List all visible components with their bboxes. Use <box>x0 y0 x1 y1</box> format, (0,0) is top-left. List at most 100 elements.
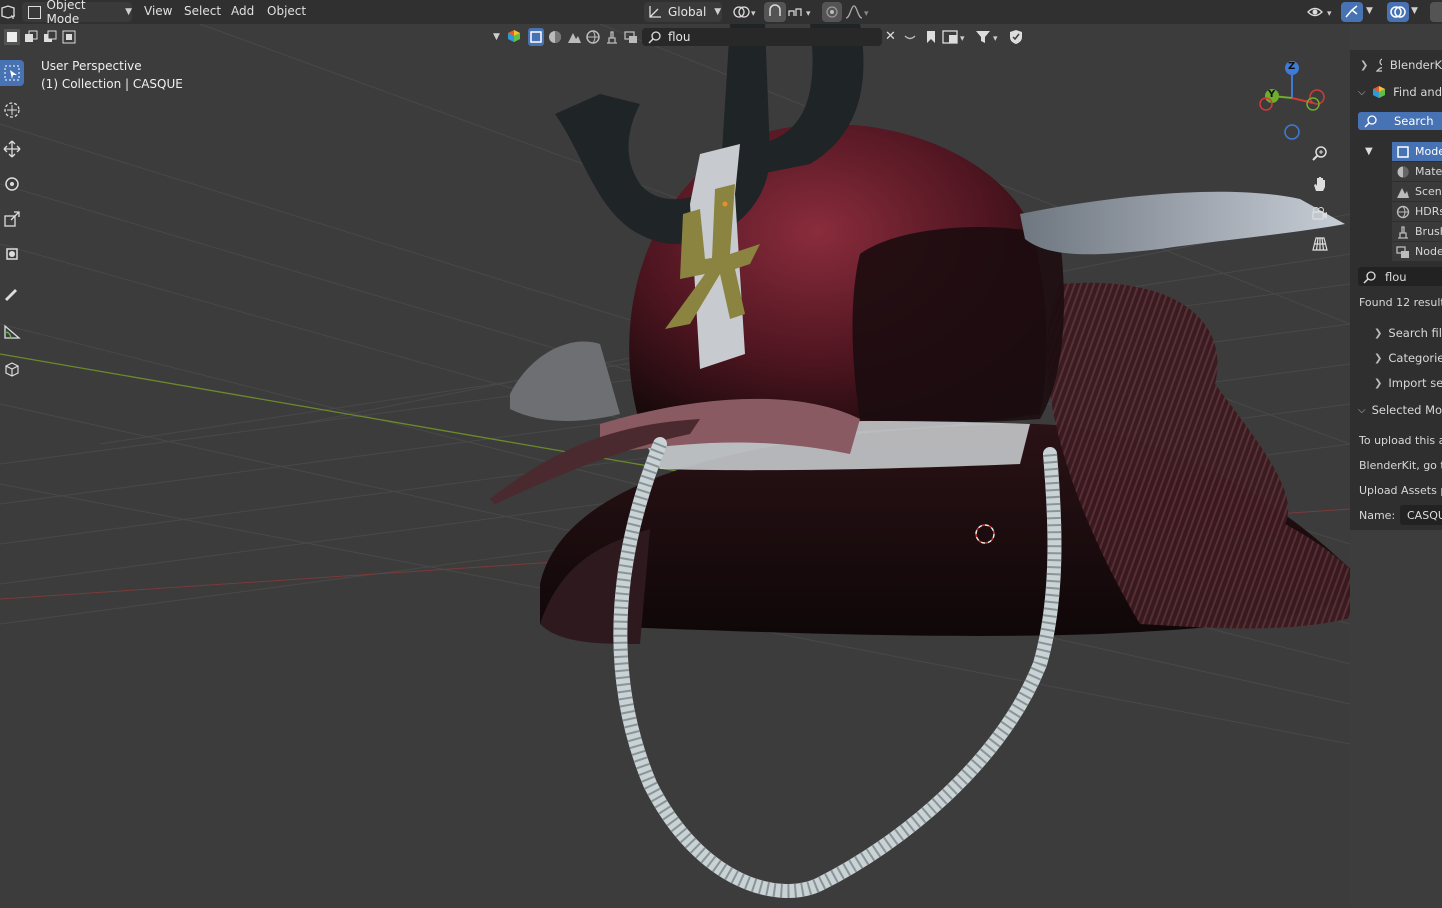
zoom-icon[interactable] <box>1308 142 1332 166</box>
model-category-icon[interactable] <box>528 28 544 46</box>
panel-label: Categories <box>1388 351 1442 365</box>
category-models[interactable]: Mode <box>1392 142 1442 161</box>
blenderkit-panel-label: BlenderK <box>1389 58 1442 72</box>
category-label: Node <box>1415 245 1442 258</box>
blenderkit-logo-icon <box>1372 86 1385 98</box>
category-label: Mate <box>1415 165 1442 178</box>
snap-target-dropdown[interactable]: ▾ <box>786 3 816 21</box>
upload-hint-line: BlenderKit, go to <box>1359 458 1442 472</box>
object-origin <box>722 201 728 207</box>
select-extend-icon[interactable] <box>23 29 39 45</box>
filter-dropdown[interactable]: ▾ <box>975 29 1005 45</box>
menu-view[interactable]: View <box>144 4 172 18</box>
svg-text:▾: ▾ <box>960 34 965 44</box>
scene-icon <box>1397 187 1409 198</box>
orientation-axes-icon <box>649 6 661 18</box>
panel-import-settings[interactable]: ❯ Import set <box>1350 373 1442 393</box>
sidebar-search-input[interactable]: flou <box>1358 267 1442 286</box>
model-icon <box>1397 145 1409 158</box>
chevron-right-icon: ❯ <box>1374 377 1383 389</box>
scene-category-icon[interactable] <box>566 29 582 45</box>
panel-search-filters[interactable]: ❯ Search filte <box>1350 323 1442 343</box>
shield-icon[interactable] <box>1008 29 1024 45</box>
brush-icon <box>1398 225 1408 239</box>
select-new-icon[interactable] <box>4 29 20 45</box>
svg-text:▾: ▾ <box>751 9 756 19</box>
visibility-dropdown[interactable]: ▾ <box>1306 3 1336 21</box>
overlays-toggle[interactable] <box>1387 2 1409 22</box>
search-button[interactable]: Search <box>1358 112 1442 130</box>
camera-view-icon[interactable] <box>1308 202 1332 226</box>
category-brushes[interactable]: Brush <box>1392 222 1442 241</box>
category-scenes[interactable]: Scen <box>1392 182 1442 201</box>
clear-search-icon[interactable]: ✕ <box>885 29 899 45</box>
panel-categories[interactable]: ❯ Categories <box>1350 348 1442 368</box>
node-group-category-icon[interactable] <box>623 29 639 45</box>
category-label: Scen <box>1415 185 1442 198</box>
mode-label: Object Mode <box>46 0 86 26</box>
cursor-tool[interactable] <box>0 97 24 123</box>
chevron-down-icon[interactable]: ▼ <box>1366 6 1373 16</box>
category-hdrs[interactable]: HDRs <box>1392 202 1442 221</box>
transform-tool[interactable] <box>0 241 24 267</box>
chevron-down-icon: ⌵ <box>1358 404 1366 416</box>
category-nodegroups[interactable]: Node <box>1392 242 1442 261</box>
search-button-label: Search <box>1394 114 1434 128</box>
gizmo-toggle[interactable] <box>1341 2 1363 22</box>
bookmark-icon[interactable] <box>924 29 938 45</box>
menu-object[interactable]: Object <box>267 4 306 18</box>
annotate-tool[interactable] <box>0 281 24 307</box>
measure-tool[interactable] <box>0 318 24 344</box>
search-history-icon[interactable] <box>902 29 918 45</box>
scale-tool[interactable] <box>0 206 24 232</box>
select-box-tool[interactable] <box>0 60 24 86</box>
svg-text:▾: ▾ <box>1327 9 1332 19</box>
chevron-down-icon[interactable]: ▼ <box>1411 6 1418 16</box>
navigation-gizmo[interactable]: Z Y <box>1255 58 1335 142</box>
material-icon <box>1397 166 1409 177</box>
asset-search-input[interactable]: flou <box>642 28 882 46</box>
user-icon <box>1376 58 1382 72</box>
asset-bar-layout-dropdown[interactable]: ▾ <box>942 29 972 45</box>
snap-toggle[interactable] <box>764 2 786 22</box>
chevron-down-icon[interactable]: ▼ <box>493 32 500 42</box>
upload-hint-line: To upload this a <box>1359 433 1442 447</box>
orientation-label: Global <box>668 5 707 19</box>
add-cube-tool[interactable] <box>0 356 24 382</box>
select-mode-buttons <box>4 29 82 45</box>
editor-type-icon[interactable]: v <box>0 4 16 21</box>
menu-add[interactable]: Add <box>231 4 254 18</box>
rotate-tool[interactable] <box>0 171 24 197</box>
move-tool[interactable] <box>0 136 24 162</box>
falloff-dropdown[interactable]: ▾ <box>844 3 872 21</box>
svg-text:▾: ▾ <box>993 34 998 44</box>
hdr-category-icon[interactable] <box>585 29 601 45</box>
pivot-point-dropdown[interactable]: ▾ <box>730 3 760 21</box>
world-icon <box>1396 205 1410 218</box>
panel-selected-model[interactable]: ⌵ Selected Mod <box>1350 400 1442 420</box>
viewport-header: v Object Mode ▼ View Select Add Object G… <box>0 0 1442 26</box>
select-intersect-icon[interactable] <box>61 29 77 45</box>
find-panel-header[interactable]: ⌵ Find and <box>1350 82 1442 102</box>
panel-label: Import set <box>1388 376 1442 390</box>
expand-triangle-icon[interactable]: ▼ <box>1365 146 1373 157</box>
select-subtract-icon[interactable] <box>42 29 58 45</box>
material-category-icon[interactable] <box>547 29 563 45</box>
3d-viewport[interactable]: User Perspective (1) Collection | CASQUE… <box>0 24 1350 908</box>
transform-orientation-dropdown[interactable]: Global ▼ <box>644 2 722 22</box>
blenderkit-login-panel[interactable]: ❯ BlenderK <box>1350 55 1442 75</box>
search-icon <box>1364 115 1377 128</box>
perspective-grid-icon[interactable] <box>1308 232 1332 256</box>
pan-hand-icon[interactable] <box>1308 172 1332 196</box>
results-count: Found 12 results <box>1359 295 1442 309</box>
menu-select[interactable]: Select <box>184 4 221 18</box>
asset-name-field[interactable]: CASQU <box>1400 505 1442 525</box>
panel-label: Selected Mod <box>1371 403 1442 417</box>
proportional-edit-toggle[interactable] <box>822 2 842 22</box>
brush-category-icon[interactable] <box>604 29 620 45</box>
mode-dropdown[interactable]: Object Mode ▼ <box>22 0 132 26</box>
search-icon <box>1363 270 1376 284</box>
blenderkit-sidebar: ❯ BlenderK ⌵ Find and Search ▼ Mode Mate… <box>1350 50 1442 530</box>
xray-toggle[interactable] <box>1430 2 1442 22</box>
category-materials[interactable]: Mate <box>1392 162 1442 181</box>
